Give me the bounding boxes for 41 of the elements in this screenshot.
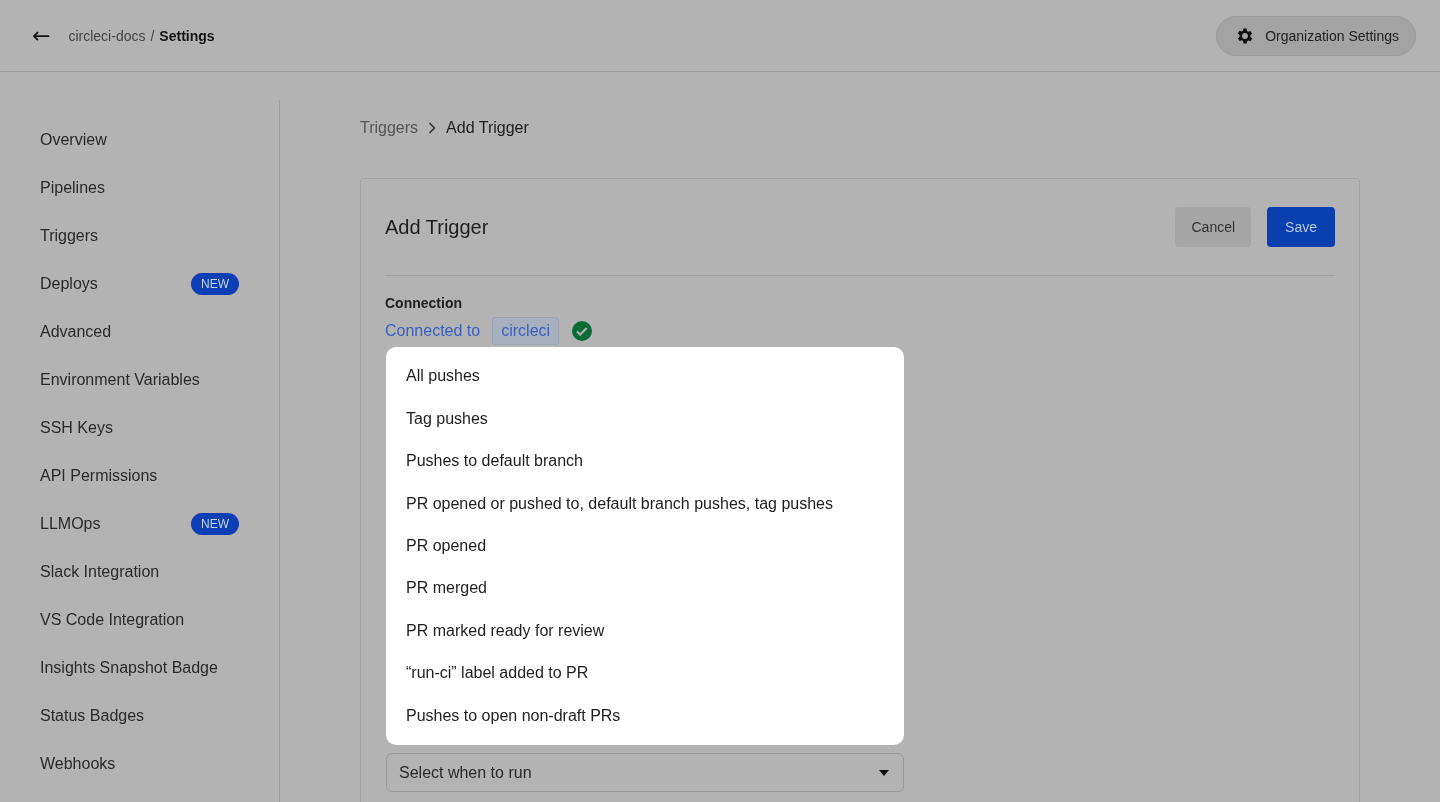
select-field[interactable]: Select when to run xyxy=(386,753,904,792)
sidebar-item[interactable]: Triggers xyxy=(40,227,99,245)
save-button[interactable]: Save xyxy=(1267,207,1335,247)
sidebar-item[interactable]: Insights Snapshot Badge xyxy=(40,659,218,677)
organization-settings-button[interactable]: Organization Settings xyxy=(1216,15,1416,56)
sidebar-item[interactable]: Webhooks xyxy=(40,755,116,773)
sidebar-item[interactable]: SSH Keys xyxy=(40,419,113,437)
dropdown-option[interactable]: “run-ci” label added to PR xyxy=(386,652,904,695)
org-name[interactable]: circleci-docs xyxy=(68,27,146,44)
dropdown-option[interactable]: PR opened or pushed to, default branch pushes, tag pushes xyxy=(386,482,904,525)
org-chip: circleci xyxy=(492,317,560,345)
cancel-button[interactable]: Cancel xyxy=(1175,207,1252,247)
sidebar-item[interactable]: API Permissions xyxy=(40,467,158,485)
dropdown-option[interactable]: PR merged xyxy=(386,567,904,610)
connection-label: Connection xyxy=(385,295,463,311)
dropdown-option[interactable]: PR opened xyxy=(386,524,904,568)
page-title: Settings xyxy=(159,27,215,44)
caret-down-icon xyxy=(879,769,889,776)
card-title: Add Trigger xyxy=(385,215,489,239)
sidebar-item[interactable]: Advanced xyxy=(40,323,112,341)
back-button[interactable]: ← xyxy=(32,23,51,48)
new-badge: NEW xyxy=(191,273,239,295)
check-circle-icon xyxy=(571,320,594,342)
dropdown-option[interactable]: PR marked ready for review xyxy=(386,609,904,653)
dropdown-option[interactable]: Tag pushes xyxy=(386,397,904,440)
breadcrumb-link[interactable]: Triggers xyxy=(360,119,419,137)
chevron-right-icon xyxy=(428,122,437,134)
dropdown-option[interactable]: Pushes to open non-draft PRs xyxy=(386,694,904,737)
sidebar-item[interactable]: Pipelines xyxy=(40,179,105,197)
new-badge: NEW xyxy=(191,513,239,535)
sidebar-item[interactable]: VS Code Integration xyxy=(40,611,185,629)
sidebar-item[interactable]: Environment Variables xyxy=(40,371,200,389)
breadcrumb-current: Add Trigger xyxy=(446,119,529,137)
dropdown-option[interactable]: All pushes xyxy=(386,355,904,398)
sidebar-item[interactable]: Overview xyxy=(40,131,107,149)
sidebar-item[interactable]: Slack Integration xyxy=(40,563,160,581)
dropdown-option[interactable]: Pushes to default branch xyxy=(386,439,904,483)
breadcrumb-separator: / xyxy=(150,27,155,44)
sidebar-item[interactable]: Deploys xyxy=(40,275,98,293)
sidebar-item[interactable]: Status Badges xyxy=(40,707,145,725)
sidebar-item[interactable]: LLMOps xyxy=(40,515,101,533)
